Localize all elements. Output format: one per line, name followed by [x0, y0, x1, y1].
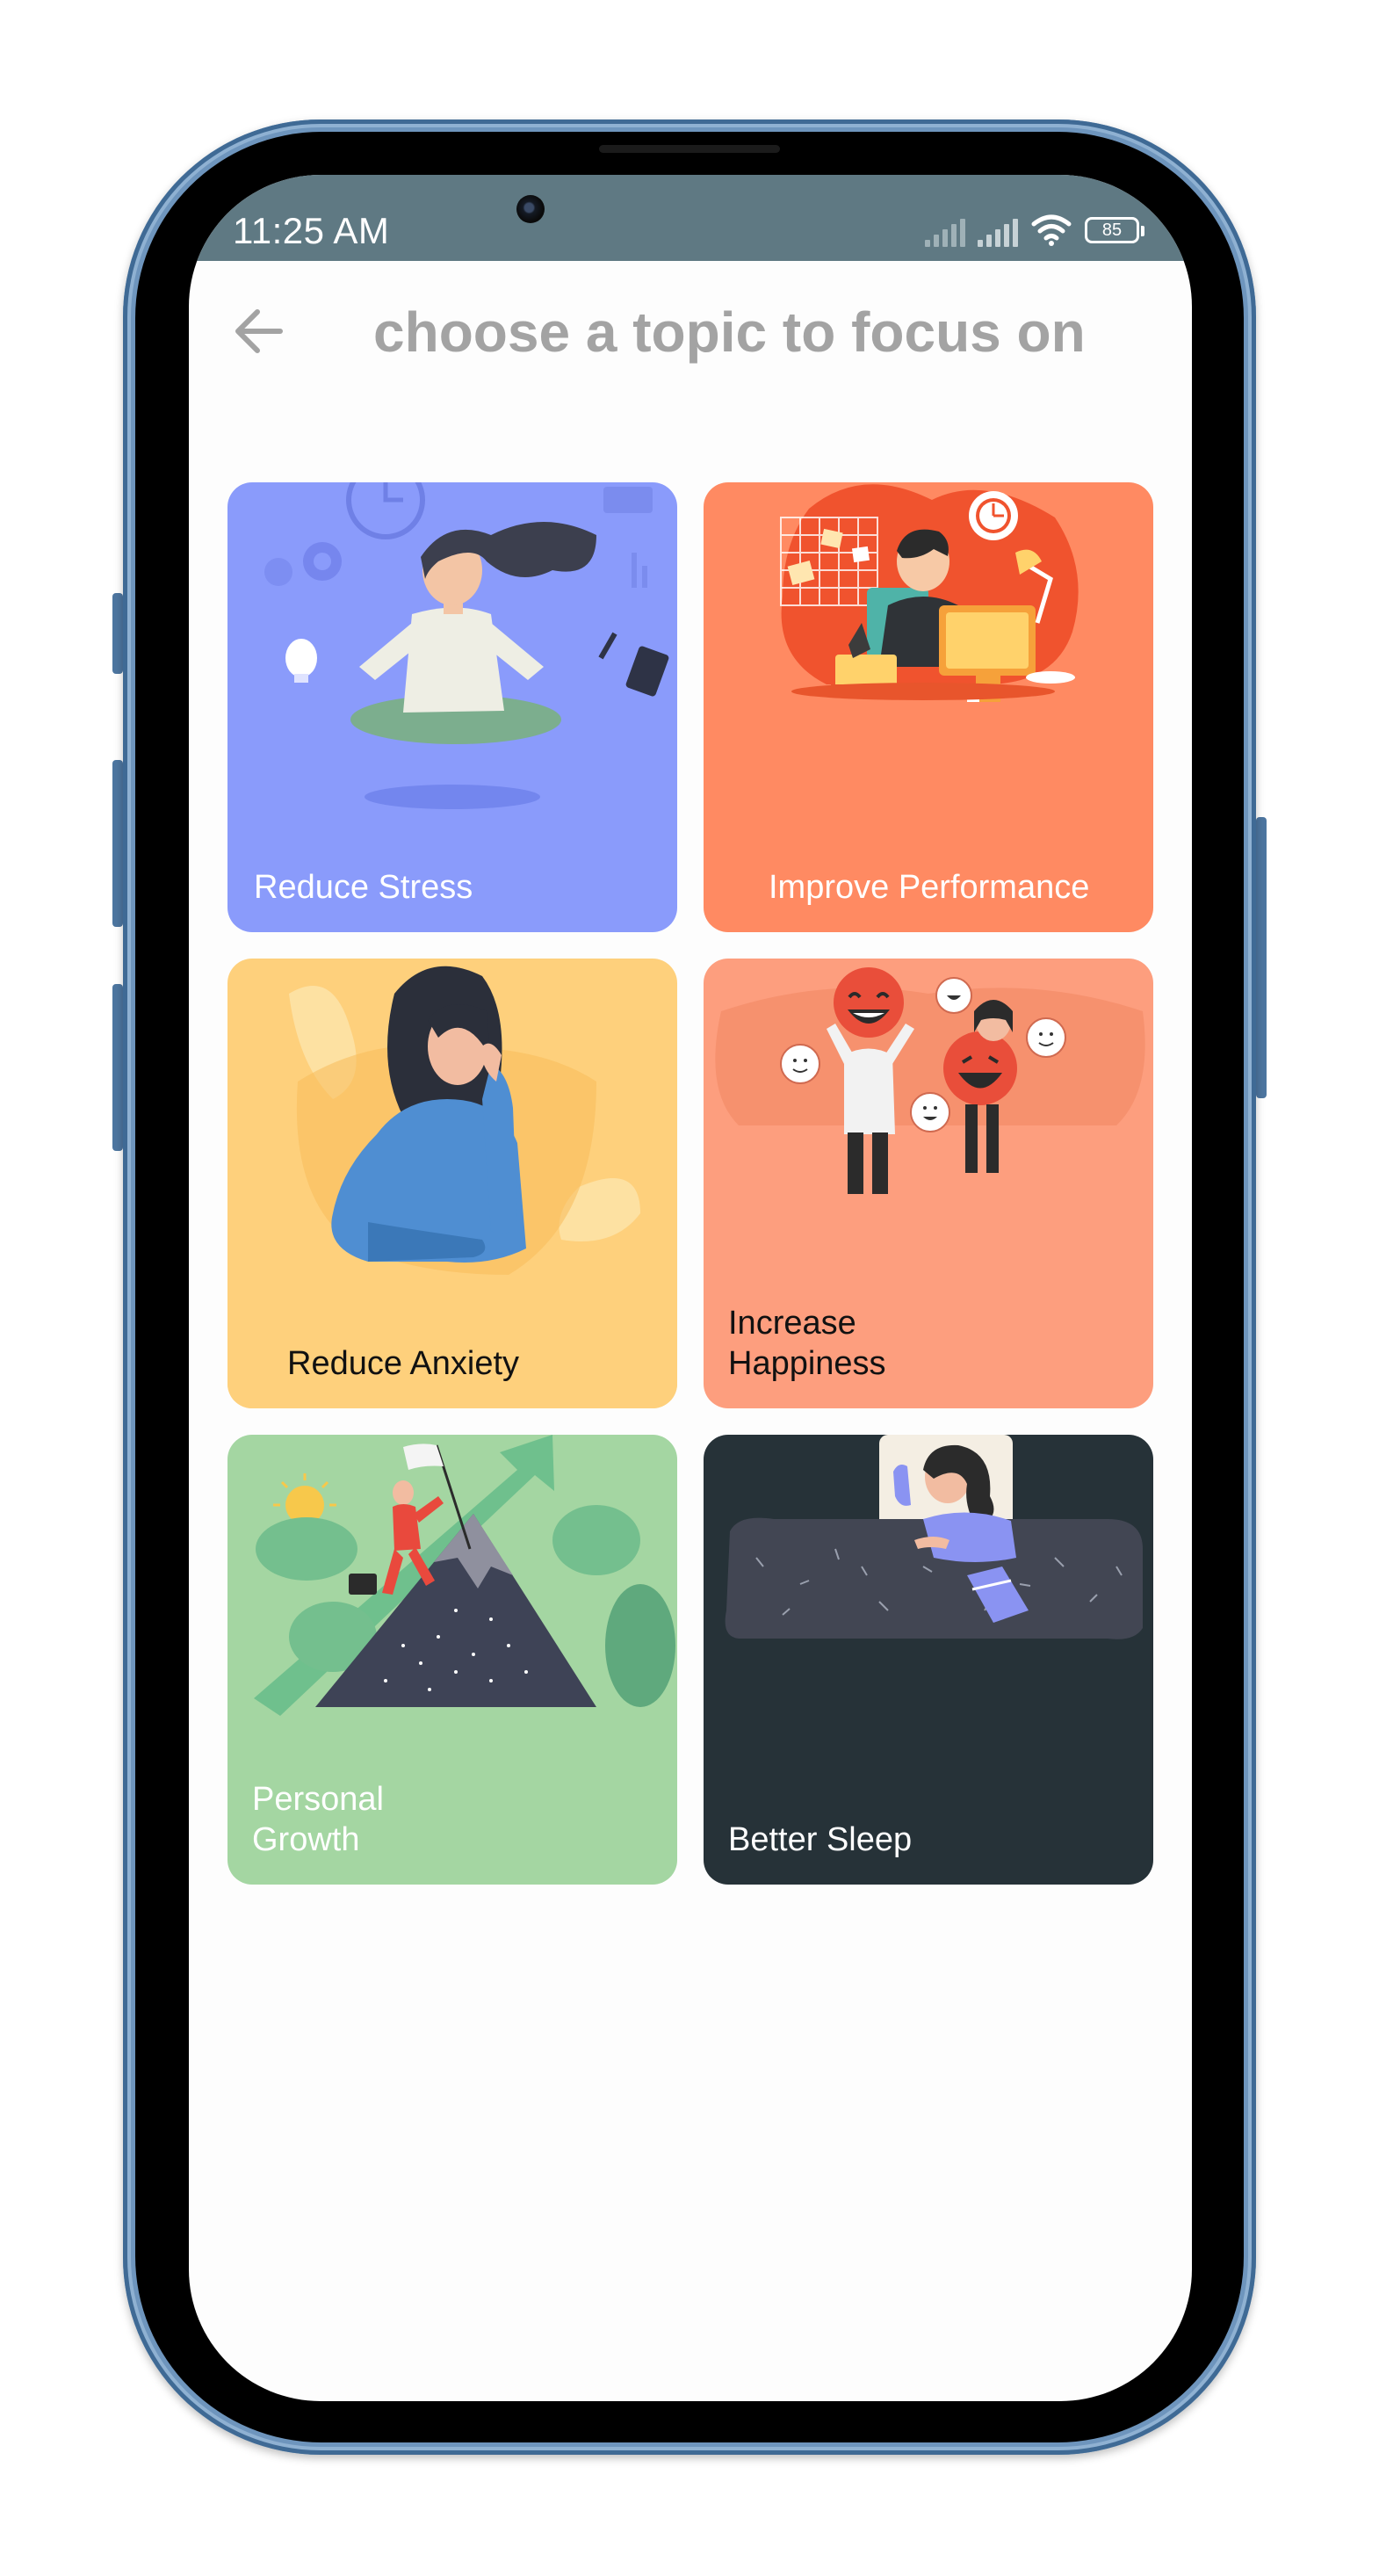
man-at-desk-illustration — [780, 484, 1079, 702]
topic-card-increase-happiness[interactable]: Increase Happiness — [704, 959, 1153, 1408]
back-button[interactable] — [224, 296, 294, 366]
topic-label: Increase Happiness — [728, 1305, 886, 1382]
front-camera — [516, 195, 545, 223]
arrow-left-icon — [235, 309, 283, 353]
topic-card-personal-growth[interactable]: Personal Growth — [227, 1435, 677, 1885]
signal-icon — [978, 219, 1018, 247]
page-title: choose a topic to focus on — [373, 300, 1086, 364]
topic-label: Personal Growth — [252, 1781, 384, 1858]
meditating-woman-illustration — [264, 482, 669, 809]
sleeping-woman-illustration — [725, 1435, 1143, 1639]
topic-card-improve-performance[interactable]: Improve Performance — [704, 482, 1153, 932]
volume-down-button — [112, 984, 123, 1151]
topic-label: Reduce Stress — [254, 869, 473, 906]
topic-label: Reduce Anxiety — [287, 1345, 520, 1382]
app-bar: choose a topic to focus on — [189, 261, 1192, 419]
signal-icon — [925, 219, 965, 247]
status-time: 11:25 AM — [233, 210, 390, 251]
earpiece-speaker — [599, 145, 780, 153]
mute-switch — [112, 593, 123, 674]
topic-card-reduce-anxiety[interactable]: Reduce Anxiety — [227, 959, 677, 1408]
wifi-icon — [1031, 214, 1072, 246]
status-icons: 85 — [925, 212, 1144, 247]
app-screen: 11:25 AM 85 choose a topic to focus on R… — [189, 175, 1192, 2401]
status-bar: 11:25 AM 85 — [189, 175, 1192, 261]
topic-card-better-sleep[interactable]: Better Sleep — [704, 1435, 1153, 1885]
topic-label: Improve Performance — [769, 869, 1090, 906]
anxious-woman-illustration — [227, 966, 677, 1408]
battery-icon: 85 — [1085, 217, 1144, 243]
power-button — [1256, 817, 1267, 1098]
volume-up-button — [112, 760, 123, 927]
phone-mockup: 11:25 AM 85 choose a topic to focus on R… — [0, 0, 1379, 2576]
topic-card-reduce-stress[interactable]: Reduce Stress — [227, 482, 677, 932]
topic-grid: Reduce Stress Improve Performance Reduce… — [227, 482, 1155, 1885]
topic-label: Better Sleep — [728, 1821, 913, 1858]
